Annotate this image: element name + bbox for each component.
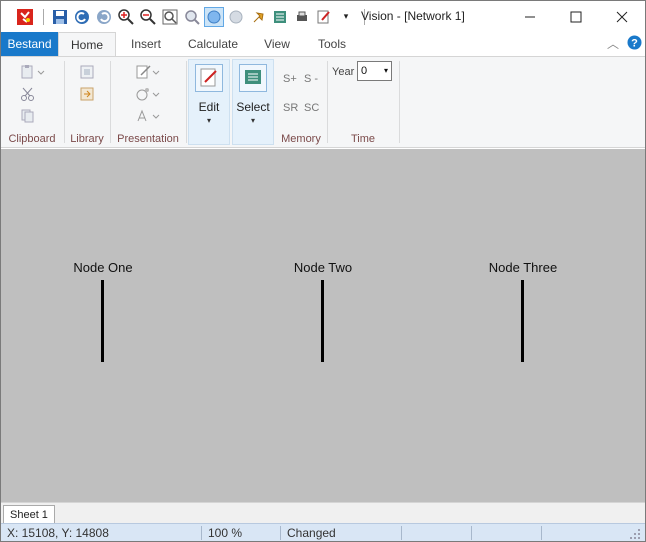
tab-insert[interactable]: Insert <box>123 32 169 56</box>
help-button[interactable]: ? <box>627 35 642 53</box>
clipboard-group-label: Clipboard <box>8 133 56 145</box>
tab-view[interactable]: View <box>257 32 297 56</box>
zoom-level: 100 % <box>208 526 243 540</box>
status-divider <box>401 526 402 540</box>
clipboard-group: Clipboard <box>1 57 63 147</box>
library-open-icon[interactable] <box>80 65 94 79</box>
edit-button-label: Edit <box>198 100 220 114</box>
node-one[interactable]: Node One <box>43 260 163 362</box>
save-icon[interactable] <box>50 7 70 27</box>
memory-store-plus-button[interactable]: S+ <box>283 73 297 85</box>
memory-clear-button[interactable]: SC <box>304 102 319 114</box>
presentation-edit-icon[interactable] <box>136 65 160 79</box>
edit-mode-icon <box>195 64 223 92</box>
time-group: Year 0 ▾ Time <box>328 57 398 147</box>
node-three[interactable]: Node Three <box>463 260 583 362</box>
paste-icon[interactable] <box>21 65 45 79</box>
close-icon <box>616 11 628 22</box>
copy-icon[interactable] <box>21 109 35 123</box>
tab-file[interactable]: Bestand <box>1 32 58 56</box>
window-title: Vision - [Network 1] <box>361 9 465 23</box>
help-icon: ? <box>627 35 642 50</box>
presentation-style-icon[interactable] <box>136 87 160 101</box>
year-label: Year <box>332 66 355 78</box>
sheet-tab-1[interactable]: Sheet 1 <box>3 505 55 524</box>
maximize-icon <box>570 11 582 22</box>
memory-store-minus-button[interactable]: S - <box>304 73 318 85</box>
document-state: Changed <box>287 526 336 540</box>
memory-recall-button[interactable]: SR <box>283 102 298 114</box>
app-logo-icon[interactable] <box>15 7 35 27</box>
zoom-out-icon[interactable] <box>138 7 158 27</box>
print-icon[interactable] <box>292 7 312 27</box>
sheet-tab-bar: Sheet 1 <box>1 502 645 524</box>
group-separator <box>399 61 400 143</box>
status-divider <box>471 526 472 540</box>
edit-dropdown-icon: ▾ <box>206 116 211 125</box>
undo-icon[interactable] <box>72 7 92 27</box>
presentation-labels-icon[interactable] <box>136 109 160 123</box>
collapse-ribbon-icon[interactable]: ︿ <box>607 35 619 52</box>
select-dropdown-icon: ▾ <box>250 116 255 125</box>
status-divider <box>280 526 281 540</box>
library-import-icon[interactable] <box>80 87 94 101</box>
time-group-label: Time <box>350 133 376 145</box>
node-label: Node One <box>73 260 133 275</box>
zoom-window-icon[interactable] <box>182 7 202 27</box>
zoom-in-icon[interactable] <box>116 7 136 27</box>
memory-group: S+ S - SR SC Memory <box>276 57 326 147</box>
chevron-down-icon: ▾ <box>383 66 388 75</box>
circle-icon[interactable] <box>226 7 246 27</box>
status-divider <box>201 526 202 540</box>
library-group-label: Library <box>70 133 104 145</box>
node-bar[interactable] <box>101 280 104 362</box>
year-select[interactable]: 0 ▾ <box>357 61 392 81</box>
tab-home[interactable]: Home <box>58 32 116 57</box>
edit-button[interactable]: Edit ▾ <box>188 59 230 145</box>
minimize-icon <box>525 16 535 17</box>
select-button[interactable]: Select ▾ <box>232 59 274 145</box>
node-label: Node Three <box>488 260 558 275</box>
app-window: ▾ Vision - [Network 1] Bestand Home Inse… <box>0 0 646 542</box>
edit-icon[interactable] <box>314 7 334 27</box>
pin-icon[interactable] <box>248 7 268 27</box>
cut-icon[interactable] <box>21 87 35 101</box>
close-button[interactable] <box>599 1 645 32</box>
cursor-coordinates: X: 15108, Y: 14808 <box>7 526 109 540</box>
node-label: Node Two <box>293 260 353 275</box>
library-group: Library <box>65 57 109 147</box>
select-mode-icon <box>239 64 267 92</box>
group-separator <box>186 61 187 143</box>
maximize-button[interactable] <box>553 1 599 32</box>
network-canvas[interactable]: Node One Node Two Node Three <box>1 149 645 502</box>
tab-calculate[interactable]: Calculate <box>181 32 245 56</box>
node-mode-icon[interactable] <box>204 6 224 27</box>
title-bar: ▾ Vision - [Network 1] <box>1 1 645 32</box>
tab-tools[interactable]: Tools <box>309 32 355 56</box>
year-value: 0 <box>361 65 368 77</box>
select-button-label: Select <box>236 100 270 114</box>
toolbar-separator <box>43 8 44 25</box>
node-two[interactable]: Node Two <box>263 260 383 362</box>
minimize-button[interactable] <box>507 1 553 32</box>
ribbon-tabs: Bestand Home Insert Calculate View Tools… <box>1 32 645 57</box>
node-bar[interactable] <box>321 280 324 362</box>
svg-text:?: ? <box>631 38 638 50</box>
presentation-group-label: Presentation <box>117 133 179 145</box>
presentation-group: Presentation <box>111 57 185 147</box>
status-divider <box>541 526 542 540</box>
ribbon-panel: Clipboard Library Presentation Edit ▾ Se… <box>1 56 645 148</box>
zoom-fit-icon[interactable] <box>160 7 180 27</box>
resize-grip-icon[interactable] <box>629 528 641 540</box>
node-bar[interactable] <box>521 280 524 362</box>
quick-access-toolbar: ▾ <box>1 1 371 32</box>
memory-group-label: Memory <box>281 133 321 145</box>
list-icon[interactable] <box>270 7 290 27</box>
customize-toolbar-button[interactable]: ▾ <box>336 7 356 27</box>
redo-icon[interactable] <box>94 7 114 27</box>
status-bar: X: 15108, Y: 14808 100 % Changed <box>1 523 645 541</box>
